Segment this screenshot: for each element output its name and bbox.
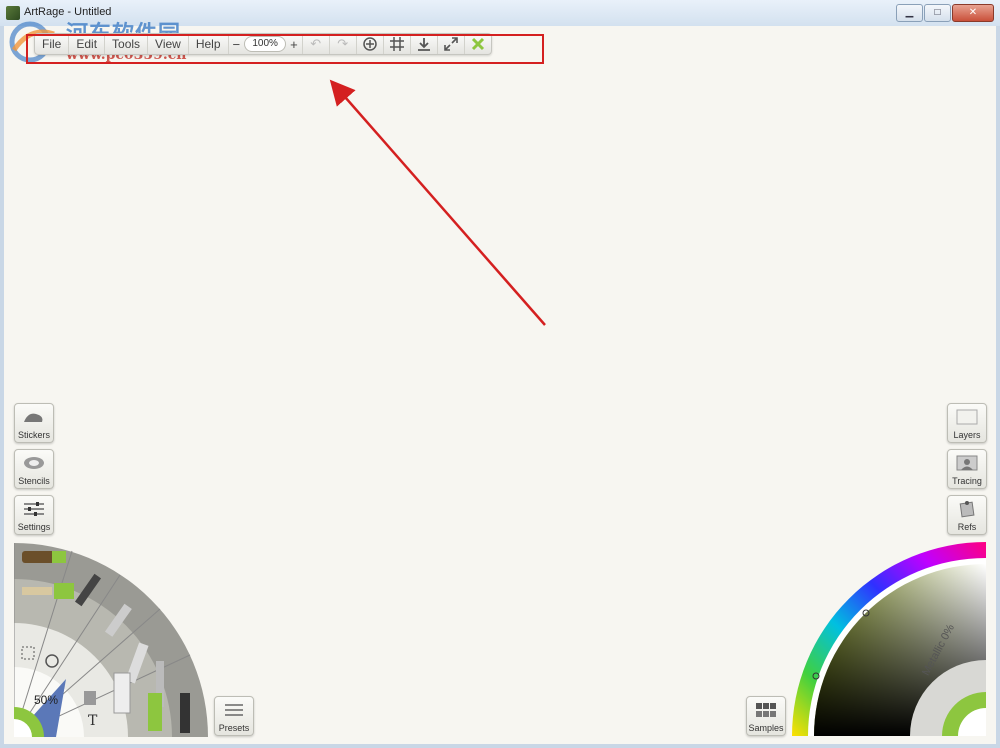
layers-icon [956, 409, 978, 425]
tool-wheel[interactable]: T [14, 543, 208, 737]
stencils-icon [24, 457, 44, 469]
presets-icon [225, 704, 243, 716]
presets-button[interactable]: Presets [214, 696, 254, 736]
samples-label: Samples [748, 723, 784, 733]
layers-button[interactable]: Layers [947, 403, 987, 443]
settings-label: Settings [17, 522, 51, 532]
tracing-label: Tracing [952, 476, 982, 486]
presets-label: Presets [218, 723, 250, 733]
stickers-icon [24, 413, 43, 422]
refs-label: Refs [957, 522, 977, 532]
tracing-icon [956, 455, 978, 471]
samples-button[interactable]: Samples [746, 696, 786, 736]
samples-grid-icon [756, 703, 776, 717]
stickers-button[interactable]: Stickers [14, 403, 54, 443]
refs-pin-icon [959, 501, 975, 518]
stencils-label: Stencils [18, 476, 50, 486]
sliders-icon [24, 502, 44, 516]
fill-tool-icon[interactable] [84, 691, 96, 705]
stickers-label: Stickers [17, 430, 50, 440]
color-picker[interactable] [792, 542, 986, 736]
wheel-zoom-percent: 50% [34, 693, 59, 707]
refs-button[interactable]: Refs [947, 495, 987, 535]
text-tool-icon[interactable]: T [88, 713, 98, 729]
layers-label: Layers [953, 430, 981, 440]
settings-button[interactable]: Settings [14, 495, 54, 535]
stencils-button[interactable]: Stencils [14, 449, 54, 489]
tracing-button[interactable]: Tracing [947, 449, 987, 489]
